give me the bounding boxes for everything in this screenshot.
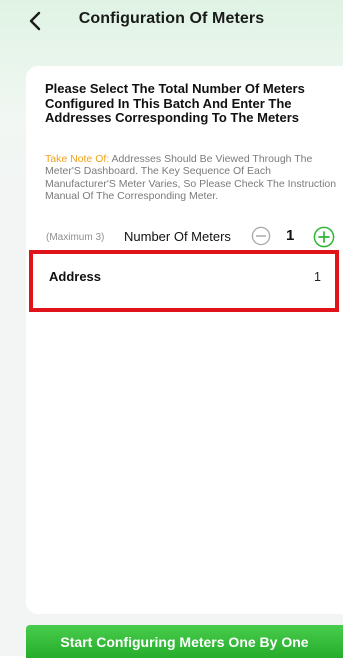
meter-count-row: (Maximum 3) Number Of Meters 1: [45, 226, 339, 248]
configuration-card: Please Select The Total Number Of Meters…: [26, 66, 343, 614]
instruction-headline: Please Select The Total Number Of Meters…: [45, 81, 305, 125]
note-key-label: Take Note Of:: [45, 153, 110, 165]
page-title: Configuration Of Meters: [78, 10, 265, 27]
meter-count-value: 1: [286, 227, 295, 244]
address-row[interactable]: Address 1: [29, 250, 339, 312]
increment-button[interactable]: [313, 226, 335, 248]
instruction-note: Take Note Of: Addresses Should Be Viewed…: [45, 153, 339, 202]
maximum-label: (Maximum 3): [46, 232, 105, 243]
minus-circle-icon: [251, 226, 271, 250]
app-screen: Configuration Of Meters Please Select Th…: [0, 0, 343, 658]
address-label: Address: [49, 269, 102, 284]
number-of-meters-label: Number Of Meters: [124, 229, 231, 244]
header-bar: Configuration Of Meters: [0, 0, 343, 42]
address-value[interactable]: 1: [314, 270, 321, 284]
start-configuring-button[interactable]: Start Configuring Meters One By One: [26, 625, 343, 658]
decrement-button[interactable]: [251, 226, 271, 246]
